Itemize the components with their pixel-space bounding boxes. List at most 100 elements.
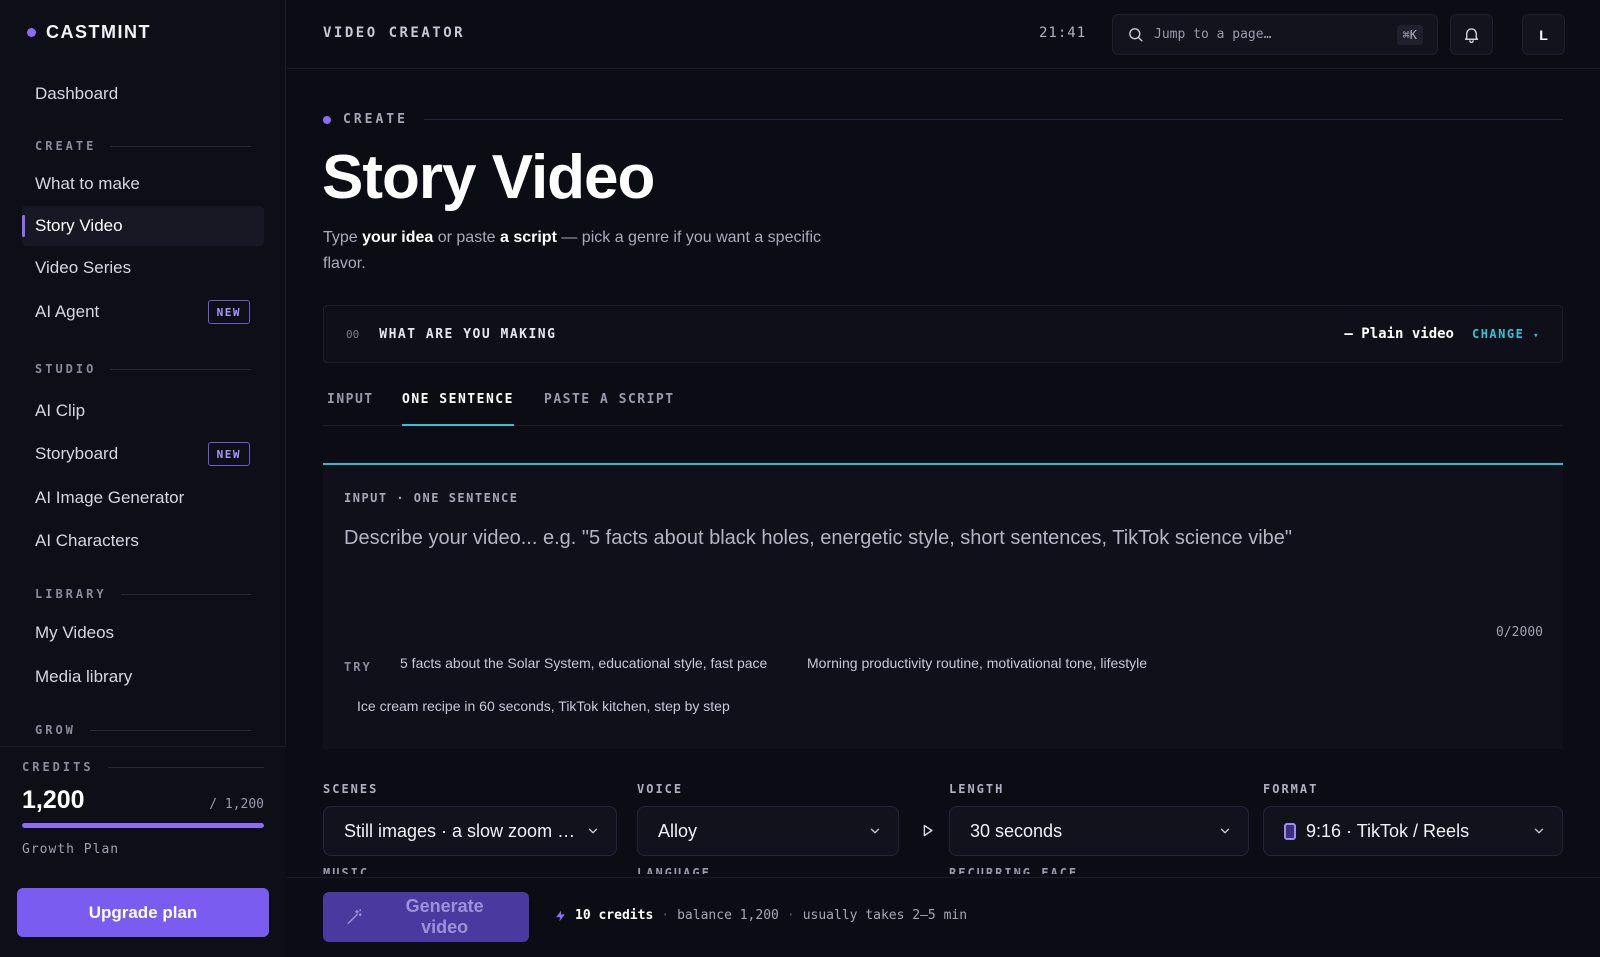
generate-video-button[interactable]: Generate video — [323, 892, 529, 942]
length-label: LENGTH — [949, 782, 1005, 796]
input-tabs: INPUT ONE SENTENCE PASTE A SCRIPT — [323, 388, 1563, 426]
suggestion-chip[interactable]: 5 facts about the Solar System, educatio… — [386, 646, 781, 680]
play-icon — [923, 824, 933, 836]
section-label-text: GROW — [35, 723, 76, 737]
search-placeholder: Jump to a page… — [1154, 27, 1272, 42]
subtitle-emphasis: your idea — [362, 229, 434, 246]
topbar: VIDEO CREATOR 21:41 Jump to a page… ⌘K L — [287, 0, 1600, 69]
sidebar-item-what-to-make[interactable]: What to make — [22, 164, 264, 204]
credits-label: CREDITS — [22, 760, 264, 774]
eyebrow-dot-icon — [323, 115, 331, 124]
subtitle-text: Type — [323, 229, 363, 246]
credits-row: 1,200 / 1,200 — [22, 786, 264, 815]
scenes-select[interactable]: Still images · a slow zoom on... — [323, 806, 617, 856]
chevron-down-icon — [1220, 828, 1230, 834]
tab-input[interactable]: INPUT — [327, 392, 374, 426]
bell-icon — [1464, 28, 1479, 44]
chevron-down-icon — [588, 828, 598, 834]
making-value: — Plain video — [1344, 326, 1454, 342]
sidebar: CASTMINT Dashboard CREATE What to make S… — [0, 0, 286, 957]
bottom-action-bar: Generate video 10 credits · balance 1,20… — [287, 877, 1600, 957]
new-badge: NEW — [207, 442, 250, 466]
avatar-button[interactable]: L — [1522, 14, 1565, 55]
voice-select[interactable]: Alloy — [637, 806, 899, 856]
section-label-text: CREATE — [35, 139, 97, 153]
page-title: Story Video — [322, 143, 655, 212]
search-icon — [1129, 28, 1143, 42]
making-label: WHAT ARE YOU MAKING — [379, 326, 557, 342]
phone-icon — [1284, 822, 1296, 840]
brand-name: CASTMINT — [46, 22, 151, 42]
recurring-face-label: RECURRING FACE — [949, 866, 1079, 874]
page-eyebrow: CREATE — [323, 112, 1563, 127]
credits-progress-bar — [22, 823, 264, 828]
sidebar-item-ai-clip[interactable]: AI Clip — [22, 391, 264, 431]
sidebar-item-storyboard[interactable]: Storyboard NEW — [22, 434, 264, 474]
generation-meta: 10 credits · balance 1,200 · usually tak… — [554, 908, 967, 923]
sidebar-item-story-video[interactable]: Story Video — [22, 206, 264, 246]
prompt-input[interactable] — [344, 527, 1534, 617]
credits-total: / 1,200 — [209, 797, 264, 812]
clock: 21:41 — [1039, 25, 1087, 41]
format-label: FORMAT — [1263, 782, 1319, 796]
sidebar-item-ai-image-generator[interactable]: AI Image Generator — [22, 478, 264, 518]
credit-cost: 10 credits — [575, 908, 654, 923]
voice-label: VOICE — [637, 782, 684, 796]
section-divider — [89, 729, 251, 731]
suggestion-chip[interactable]: Morning productivity routine, motivation… — [793, 646, 1161, 680]
lightning-icon — [556, 910, 565, 921]
section-label-text: LIBRARY — [35, 587, 107, 601]
brand-dot-icon — [27, 28, 36, 37]
duration-text: usually takes 2–5 min — [802, 908, 968, 923]
voice-value: Alloy — [658, 820, 698, 841]
credits-label-line — [107, 766, 264, 768]
sidebar-item-video-series[interactable]: Video Series — [22, 248, 264, 288]
change-button[interactable]: CHANGE ▾ — [1472, 327, 1540, 341]
length-select[interactable]: 30 seconds — [949, 806, 1249, 856]
section-divider — [110, 145, 251, 147]
voice-preview-button[interactable] — [912, 815, 942, 845]
magic-wand-icon — [347, 909, 362, 925]
sidebar-item-media-library[interactable]: Media library — [22, 657, 264, 697]
sidebar-item-label: Story Video — [35, 216, 123, 235]
section-label-studio: STUDIO — [35, 362, 251, 376]
search-input[interactable]: Jump to a page… ⌘K — [1112, 14, 1438, 55]
scenes-label: SCENES — [323, 782, 379, 796]
subtitle-text: or paste — [433, 229, 500, 246]
try-label: TRY — [344, 660, 372, 674]
notifications-button[interactable] — [1450, 14, 1493, 55]
topbar-title: VIDEO CREATOR — [323, 25, 466, 41]
tab-one-sentence[interactable]: ONE SENTENCE — [402, 392, 514, 426]
tab-paste-a-script[interactable]: PASTE A SCRIPT — [544, 392, 675, 426]
credits-value: 1,200 — [22, 786, 85, 814]
sidebar-item-label: Storyboard — [35, 444, 119, 463]
section-label-text: STUDIO — [35, 362, 97, 376]
main-content: CREATE Story Video Type your idea or pas… — [287, 70, 1600, 957]
input-panel: INPUT · ONE SENTENCE 0/2000 TRY 5 facts … — [323, 463, 1563, 749]
sidebar-item-ai-characters[interactable]: AI Characters — [22, 521, 264, 561]
balance-text: balance 1,200 — [677, 908, 779, 923]
credits-progress-fill — [22, 823, 264, 828]
search-shortcut: ⌘K — [1396, 24, 1423, 45]
what-are-you-making-card[interactable]: 00 WHAT ARE YOU MAKING — Plain video CHA… — [323, 305, 1563, 363]
upgrade-plan-button[interactable]: Upgrade plan — [17, 888, 269, 937]
chevron-down-icon — [1534, 828, 1544, 834]
character-count: 0/2000 — [1496, 625, 1543, 640]
subtitle-emphasis: a script — [499, 229, 557, 246]
new-badge: NEW — [207, 300, 250, 324]
scenes-value: Still images · a slow zoom on... — [344, 820, 578, 841]
suggestion-chip[interactable]: Ice cream recipe in 60 seconds, TikTok k… — [343, 689, 744, 723]
sidebar-item-label: AI Agent — [35, 302, 100, 321]
sidebar-item-my-videos[interactable]: My Videos — [22, 613, 264, 653]
caret-down-icon: ▾ — [1533, 331, 1540, 341]
chevron-down-icon — [870, 828, 880, 834]
sidebar-item-dashboard[interactable]: Dashboard — [22, 74, 264, 114]
language-label: LANGUAGE — [637, 866, 711, 874]
sidebar-item-ai-agent[interactable]: AI Agent NEW — [22, 292, 264, 332]
brand-logo[interactable]: CASTMINT — [27, 22, 151, 43]
step-number: 00 — [346, 327, 360, 341]
eyebrow-divider — [423, 119, 1563, 120]
separator: · — [786, 908, 795, 923]
change-label: CHANGE — [1471, 327, 1525, 341]
format-select[interactable]: 9:16 · TikTok / Reels — [1263, 806, 1563, 856]
